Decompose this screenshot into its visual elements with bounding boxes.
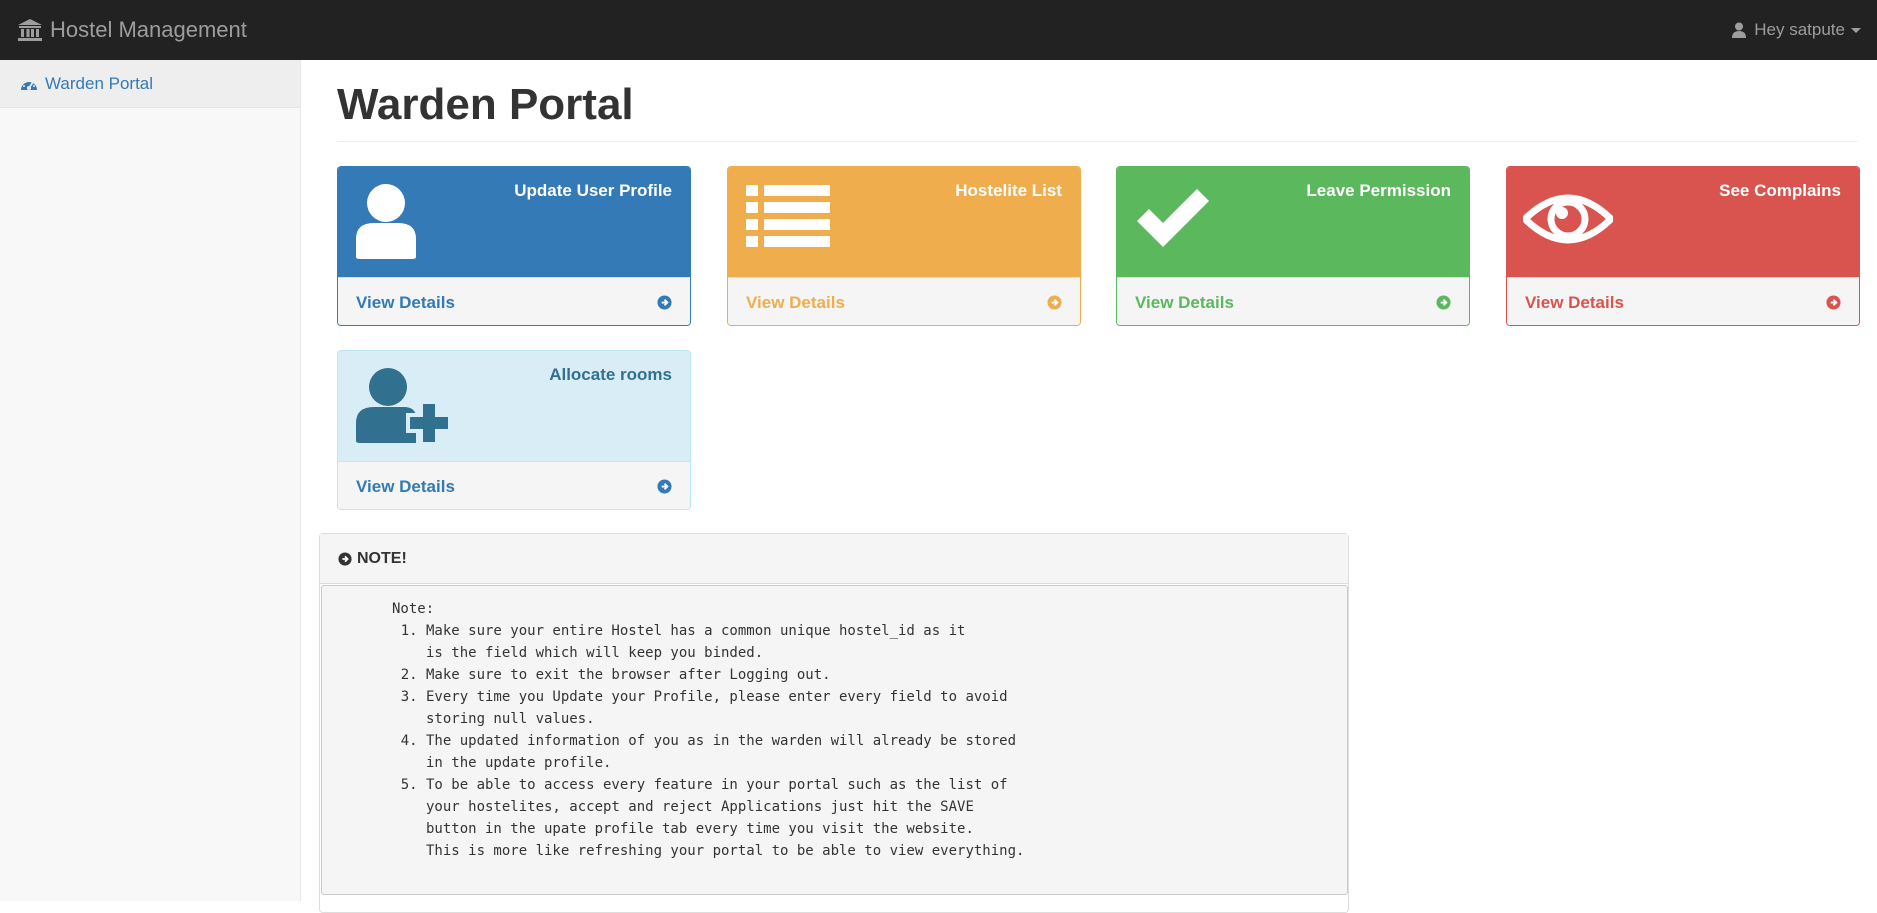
brand-link[interactable]: Hostel Management [18, 0, 247, 60]
note-item: Make sure to exit the browser after Logg… [426, 664, 1327, 686]
panel-title: Allocate rooms [549, 365, 672, 384]
note-item: Every time you Update your Profile, plea… [426, 686, 1327, 730]
panel-see-complains: See Complains View Details [1506, 166, 1860, 326]
user-greeting: Hey satpute [1754, 20, 1845, 39]
eye-icon [1523, 194, 1613, 244]
note-body: Note: Make sure your entire Hostel has a… [321, 585, 1348, 895]
panel-title: Hostelite List [955, 181, 1062, 200]
panel-leave-permission: Leave Permission View Details [1116, 166, 1470, 326]
arrow-circle-right-icon [657, 479, 672, 494]
view-details-link[interactable]: View Details [1117, 277, 1469, 325]
view-details-label: View Details [746, 292, 845, 312]
user-icon [1732, 22, 1747, 38]
arrow-circle-right-icon [1436, 295, 1451, 310]
sidebar-item-label: Warden Portal [45, 73, 154, 93]
note-panel: NOTE! Note: Make sure your entire Hostel… [319, 533, 1349, 913]
panel-heading: Allocate rooms [338, 351, 690, 461]
panel-heading: See Complains [1507, 167, 1859, 277]
sidebar-item-warden-portal[interactable]: Warden Portal [0, 60, 300, 108]
institution-icon [18, 19, 42, 41]
title-divider [337, 141, 1857, 142]
dashboard-icon [21, 79, 37, 90]
view-details-link[interactable]: View Details [1507, 277, 1859, 325]
brand-title: Hostel Management [50, 17, 247, 42]
view-details-label: View Details [1525, 292, 1624, 312]
main-content: Warden Portal Update User Profile View D… [302, 60, 1877, 913]
view-details-link[interactable]: View Details [338, 277, 690, 325]
view-details-label: View Details [1135, 292, 1234, 312]
panel-heading: Update User Profile [338, 167, 690, 277]
panel-heading: Hostelite List [728, 167, 1080, 277]
panel-update-user-profile: Update User Profile View Details [337, 166, 691, 326]
note-item: The updated information of you as in the… [426, 730, 1327, 774]
arrow-circle-right-icon [657, 295, 672, 310]
page-title: Warden Portal [337, 80, 634, 129]
panel-title: See Complains [1719, 181, 1841, 200]
arrow-circle-right-icon [1047, 295, 1062, 310]
note-list: Make sure your entire Hostel has a commo… [392, 620, 1327, 862]
view-details-label: View Details [356, 292, 455, 312]
view-details-label: View Details [356, 476, 455, 496]
note-item: Make sure your entire Hostel has a commo… [426, 620, 1327, 664]
arrow-circle-right-icon [338, 551, 352, 566]
arrow-circle-right-icon [1826, 295, 1841, 310]
note-item: To be able to access every feature in yo… [426, 774, 1327, 862]
list-icon [746, 185, 830, 247]
note-heading: NOTE! [320, 534, 1348, 584]
panel-title: Leave Permission [1306, 181, 1451, 200]
view-details-link[interactable]: View Details [338, 461, 690, 509]
sidebar: Warden Portal [0, 60, 301, 901]
top-navbar: Hostel Management Hey satpute [0, 0, 1877, 60]
note-label: Note: [392, 601, 435, 617]
user-dropdown[interactable]: Hey satpute [1732, 0, 1861, 60]
view-details-link[interactable]: View Details [728, 277, 1080, 325]
note-heading-label: NOTE! [357, 549, 407, 567]
checkmark-icon [1137, 189, 1209, 247]
panel-allocate-rooms: Allocate rooms View Details [337, 350, 691, 510]
user-icon [356, 184, 416, 259]
user-plus-icon [356, 368, 452, 443]
panel-title: Update User Profile [514, 181, 672, 200]
panel-hostelite-list: Hostelite List View Details [727, 166, 1081, 326]
caret-down-icon [1851, 27, 1861, 33]
panel-heading: Leave Permission [1117, 167, 1469, 277]
